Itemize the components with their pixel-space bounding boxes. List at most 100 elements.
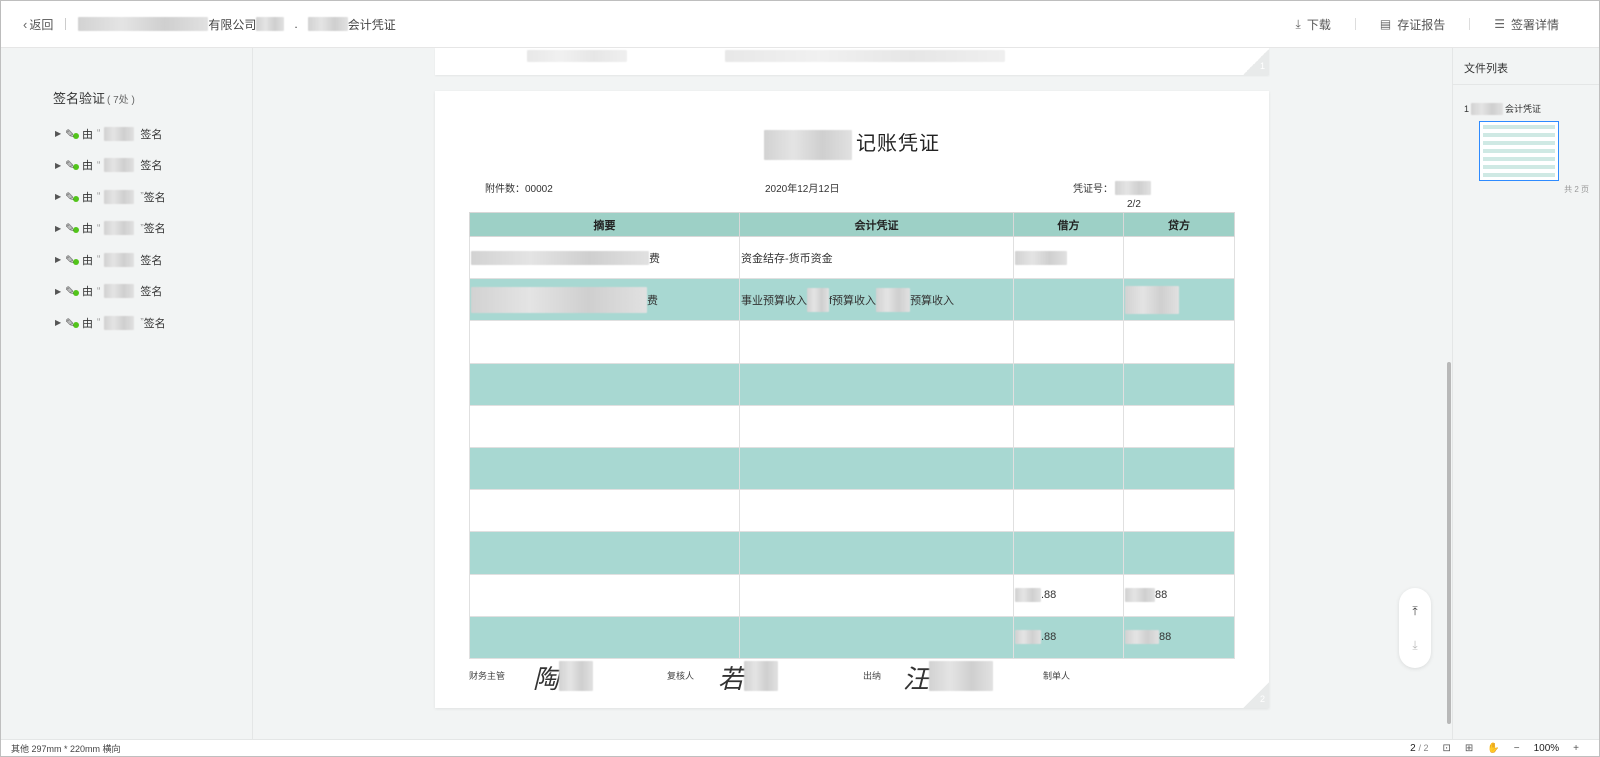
evidence-report-button[interactable]: ▤ 存证报告: [1380, 16, 1445, 33]
expand-triangle-icon[interactable]: ▶: [55, 255, 65, 264]
redacted-amount: [1125, 588, 1155, 602]
signature-suffix: 签名: [140, 126, 162, 142]
signature-item[interactable]: ▶ ✎ 由 “ ” 签名: [55, 181, 166, 213]
redacted-signature: [559, 661, 593, 691]
redacted-signer: [104, 284, 134, 298]
signer-label: 复核人: [667, 669, 694, 682]
signature-item[interactable]: ▶ ✎ 由 “ 签名: [55, 244, 166, 276]
file-name-suffix: 会计凭证: [1505, 102, 1541, 115]
account-part: f预算收入: [829, 292, 876, 308]
zoom-out-icon[interactable]: −: [1514, 743, 1520, 754]
sign-details-button[interactable]: ☰ 签署详情: [1494, 16, 1559, 33]
attachments-count: 附件数：00002: [485, 180, 553, 195]
redacted-text: [308, 17, 348, 31]
debit-total: .88: [1041, 589, 1056, 601]
credit-total: 88: [1155, 589, 1167, 601]
signature-item[interactable]: ▶ ✎ 由 “ 签名: [55, 276, 166, 308]
expand-triangle-icon[interactable]: ▶: [55, 161, 65, 170]
page-total: 共 2 页: [1564, 184, 1589, 195]
thumbnail-image: [1483, 125, 1555, 177]
hand-tool-icon[interactable]: ✋: [1487, 743, 1499, 754]
table-row: [470, 532, 1235, 574]
account-cell: 资金结存-货币资金: [740, 237, 1014, 279]
scrollbar-thumb[interactable]: [1447, 362, 1451, 724]
voucher-title-text: 记账凭证: [856, 131, 940, 155]
redacted-signer: [104, 253, 134, 267]
signer-label: 出纳: [863, 669, 881, 682]
preparer: 制单人: [1043, 669, 1070, 682]
pen-icon: ✎: [65, 253, 77, 267]
download-icon: ⤓: [1296, 17, 1301, 32]
redacted-amount: [1015, 588, 1041, 602]
page-number: 1: [1260, 61, 1265, 71]
download-button[interactable]: ⤓ 下载: [1296, 16, 1331, 33]
voucher-table: 摘要 会计凭证 借方 贷方 费 资金结存-货币资金 费 事业预算收入: [469, 212, 1235, 659]
page-number: 2: [1260, 694, 1265, 704]
signature-by: 由: [82, 126, 93, 142]
account-part: 预算收入: [910, 292, 954, 308]
redacted-amount: [1015, 630, 1041, 644]
arrow-up-top-icon[interactable]: ⤒: [1412, 604, 1417, 619]
column-header-account: 会计凭证: [740, 213, 1014, 237]
fit-width-icon[interactable]: ⊞: [1465, 743, 1473, 754]
redacted-voucher-number: [1115, 181, 1151, 195]
debit-total: .88: [1041, 631, 1056, 643]
redacted-amount: [1015, 251, 1067, 265]
expand-triangle-icon[interactable]: ▶: [55, 318, 65, 327]
expand-triangle-icon[interactable]: ▶: [55, 129, 65, 138]
file-list-item[interactable]: 1 会计凭证: [1464, 102, 1541, 115]
signature-suffix: 签名: [140, 252, 162, 268]
reviewer: 复核人 若: [667, 669, 778, 696]
signature-item[interactable]: ▶ ✎ 由 “ 签名: [55, 150, 166, 182]
signature-heading: 签名验证( 7处 ): [53, 88, 135, 107]
fit-page-icon[interactable]: ⊡: [1443, 743, 1451, 754]
redacted-amount: [1125, 286, 1179, 314]
status-controls: 2 / 2 ⊡ ⊞ ✋ − 100% +: [1410, 743, 1589, 754]
quote: “: [97, 128, 100, 139]
zoom-in-icon[interactable]: +: [1573, 743, 1579, 754]
redacted-signer: [104, 158, 134, 172]
debit-cell: [1014, 279, 1124, 321]
document-viewer[interactable]: 1 记账凭证 附件数：00002 2020年12月12日 凭证号： 2/2 摘要…: [253, 48, 1446, 739]
redacted-text: [807, 288, 829, 312]
chevron-left-icon: ‹: [23, 17, 27, 32]
page-thumbnail[interactable]: [1479, 121, 1559, 181]
signature-item[interactable]: ▶ ✎ 由 “ ” 签名: [55, 213, 166, 245]
credit-total-cell: 88: [1124, 574, 1235, 616]
current-page[interactable]: 2: [1410, 743, 1416, 754]
pen-icon: ✎: [65, 127, 77, 141]
summary-suffix: 费: [649, 250, 660, 266]
signature-suffix: 签名: [140, 283, 162, 299]
signature-item[interactable]: ▶ ✎ 由 “ 签名: [55, 118, 166, 150]
signature-by: 由: [82, 252, 93, 268]
summary-suffix: 费: [647, 292, 658, 308]
expand-triangle-icon[interactable]: ▶: [55, 287, 65, 296]
redacted-signer: [104, 190, 134, 204]
zoom-level: 100%: [1534, 743, 1560, 754]
column-header-debit: 借方: [1014, 213, 1124, 237]
voucher-title: 记账凭证: [435, 127, 1269, 160]
status-bar: 其他 297mm * 220mm 横向 2 / 2 ⊡ ⊞ ✋ − 100% +: [1, 739, 1599, 756]
redacted-amount: [1125, 630, 1159, 644]
finance-supervisor: 财务主管 陶: [469, 669, 593, 696]
redacted-text: [527, 50, 627, 62]
signature-suffix: 签名: [140, 157, 162, 173]
top-bar: ‹ 返回 有限公司 . 会计凭证 ⤓ 下载 ▤ 存证报告 ☰ 签署详情: [1, 1, 1599, 48]
pen-icon: ✎: [65, 284, 77, 298]
page-indicator[interactable]: 2 / 2: [1410, 743, 1428, 754]
credit-total: 88: [1159, 631, 1171, 643]
redacted-signature: [929, 661, 993, 691]
cashier: 出纳 汪: [863, 669, 993, 696]
debit-cell: [1014, 237, 1124, 279]
file-list-panel: 文件列表 1 会计凭证 共 2 页: [1452, 48, 1599, 739]
signature-suffix: 签名: [144, 315, 166, 331]
redacted-signature: [744, 661, 778, 691]
expand-triangle-icon[interactable]: ▶: [55, 224, 65, 233]
signature-item[interactable]: ▶ ✎ 由 “ ” 签名: [55, 307, 166, 339]
voucher-page: 记账凭证 附件数：00002 2020年12月12日 凭证号： 2/2 摘要 会…: [435, 91, 1269, 708]
arrow-down-bottom-icon[interactable]: ⤓: [1412, 638, 1417, 653]
back-button[interactable]: ‹ 返回: [23, 16, 53, 33]
expand-triangle-icon[interactable]: ▶: [55, 192, 65, 201]
pen-icon: ✎: [65, 221, 77, 235]
redacted-signer: [104, 127, 134, 141]
